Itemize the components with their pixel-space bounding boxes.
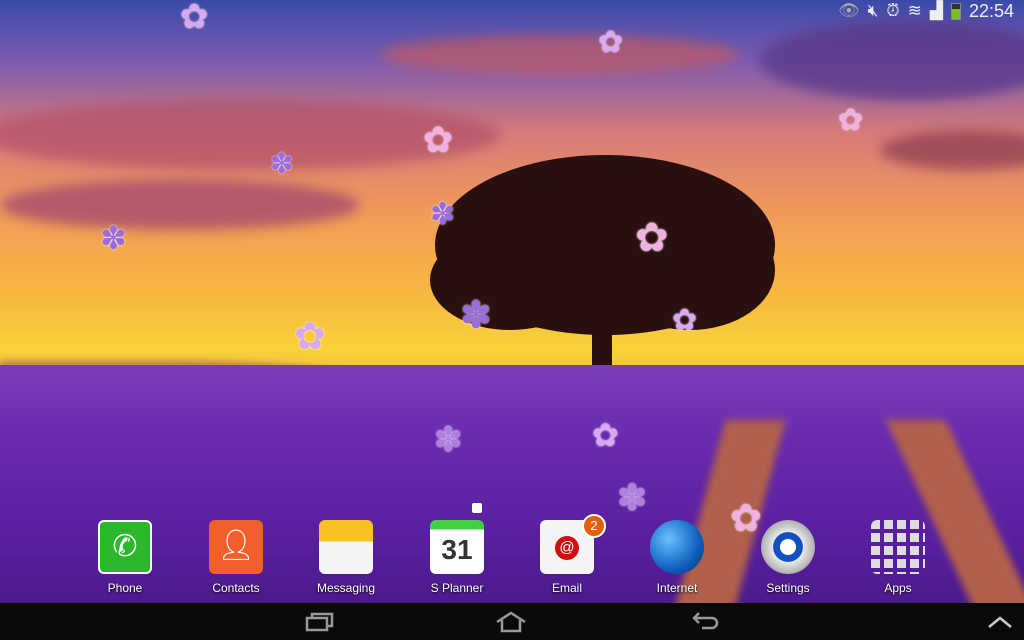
wallpaper: ✿ ✿ ✿ ✿ ✿ ✿ ✽ ✽ ✽ ✽ ✿ ✽ ✽ ✿ ✿: [0, 0, 1024, 603]
mute-icon: 🔇︎: [867, 1, 879, 20]
recent-apps-button[interactable]: [300, 609, 340, 635]
app-s-planner[interactable]: 31 S Planner: [407, 520, 507, 595]
apps-grid-icon: [871, 520, 925, 574]
messaging-icon: [319, 520, 373, 574]
signal-icon: ▟: [929, 1, 943, 20]
contacts-icon: 👤︎: [209, 520, 263, 574]
app-email[interactable]: @ 2 Email: [517, 514, 617, 595]
status-bar: 👁 🔇︎ ⏰︎ ≋ ▟ 22:54: [838, 0, 1024, 22]
app-messaging[interactable]: Messaging: [296, 520, 396, 595]
expand-up-button[interactable]: [980, 609, 1020, 635]
app-settings[interactable]: Settings: [738, 520, 838, 595]
app-contacts[interactable]: 👤︎ Contacts: [186, 520, 286, 595]
home-button[interactable]: [491, 609, 531, 635]
alarm-icon: ⏰︎: [886, 1, 900, 20]
clock: 22:54: [968, 0, 1014, 21]
page-indicator: [472, 503, 482, 513]
globe-icon: [650, 520, 704, 574]
eye-icon: 👁: [838, 1, 860, 20]
navigation-bar: [0, 603, 1024, 640]
phone-icon: ✆: [98, 520, 152, 574]
chevron-up-icon: [988, 616, 1012, 628]
wifi-icon: ≋: [907, 1, 922, 20]
home-icon: [496, 611, 526, 633]
app-internet[interactable]: Internet: [627, 520, 727, 595]
unread-badge: 2: [582, 514, 606, 538]
gear-icon: [761, 520, 815, 574]
tree: [430, 155, 775, 380]
back-icon: [692, 612, 719, 630]
battery-icon: [950, 2, 961, 20]
back-button[interactable]: [685, 609, 725, 635]
calendar-icon: 31: [430, 520, 484, 574]
app-drawer-button[interactable]: Apps: [848, 520, 948, 595]
app-phone[interactable]: ✆ Phone: [75, 520, 175, 595]
email-icon: @ 2: [540, 514, 606, 574]
recent-apps-icon: [305, 612, 334, 632]
